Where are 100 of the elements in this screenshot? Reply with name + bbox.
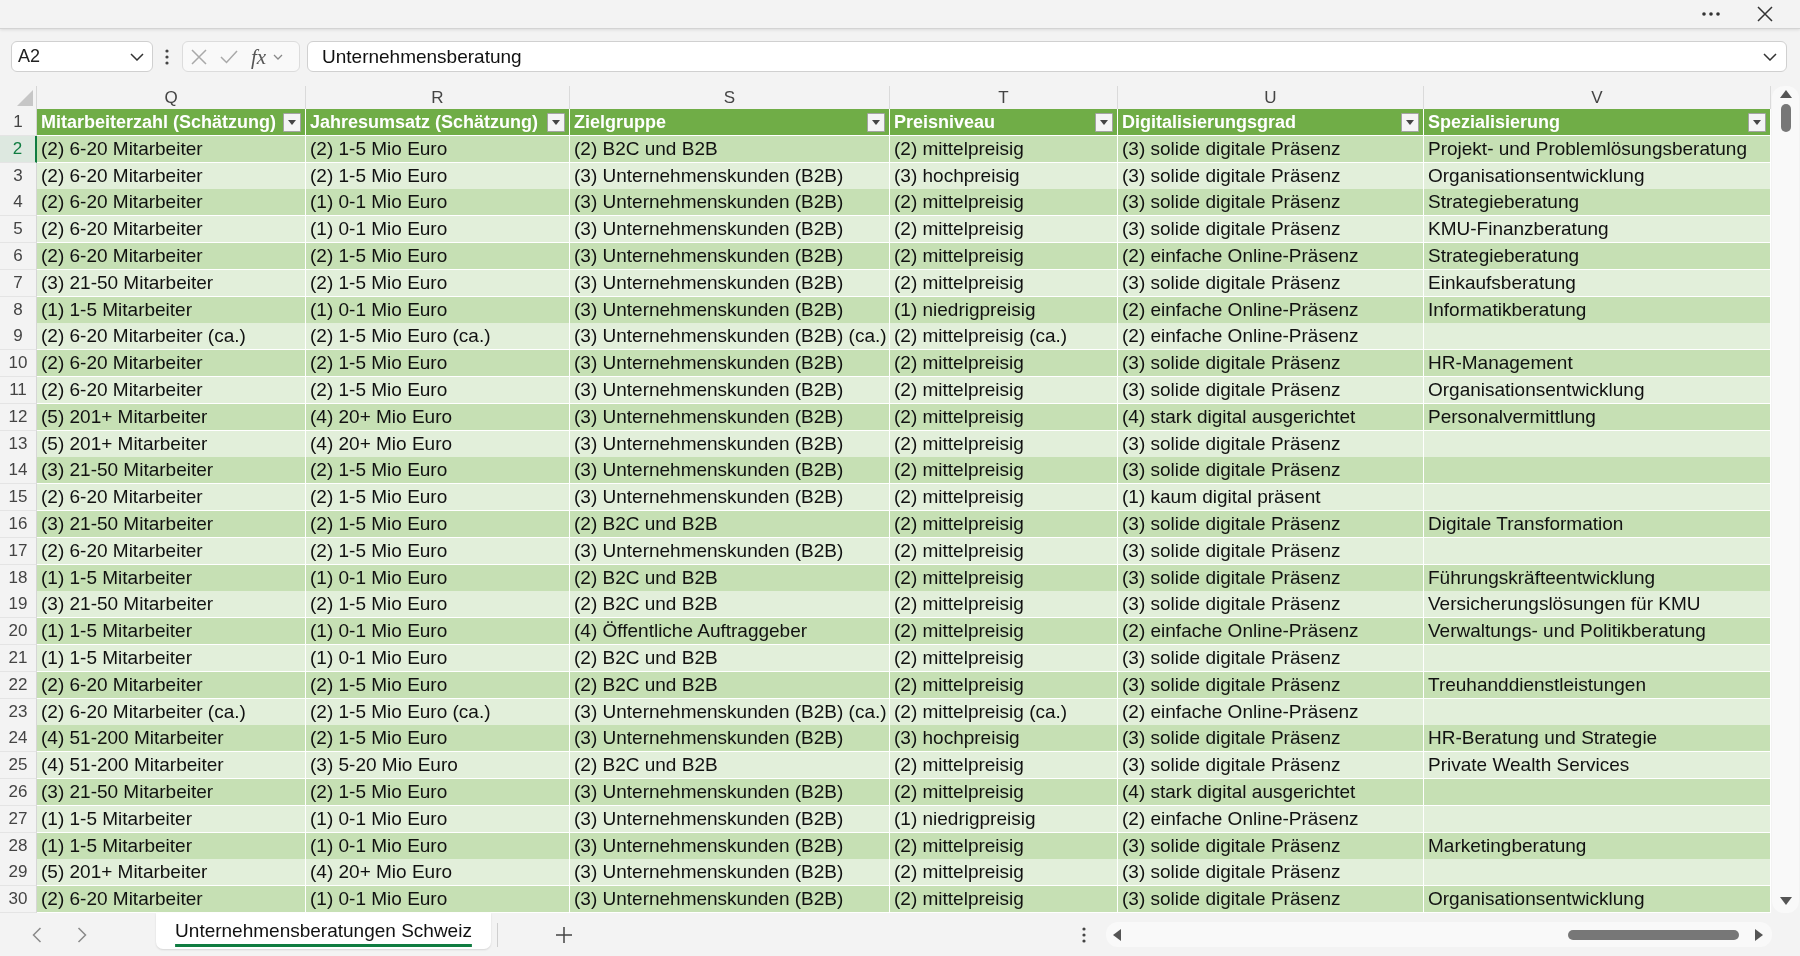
- table-cell: (3) solide digitale Präsenz: [1118, 537, 1424, 565]
- row-header[interactable]: 14: [0, 457, 37, 485]
- scrollbar-thumb[interactable]: [1780, 104, 1791, 132]
- table-cell: (1) 0-1 Mio Euro: [306, 564, 570, 592]
- table-cell: (1) niedrigpreisig: [890, 805, 1118, 833]
- table-cell: (1) 0-1 Mio Euro: [306, 618, 570, 646]
- row-header[interactable]: 10: [0, 350, 37, 378]
- row-header[interactable]: 1: [0, 109, 37, 136]
- table-cell: (2) mittelpreisig: [890, 243, 1118, 270]
- more-icon[interactable]: [1702, 12, 1720, 16]
- filter-button[interactable]: [547, 112, 565, 132]
- row-header[interactable]: 4: [0, 189, 37, 217]
- row-header[interactable]: 17: [0, 537, 37, 565]
- table-cell: (2) 6-20 Mitarbeiter: [37, 537, 306, 565]
- scrollbar-thumb[interactable]: [1568, 929, 1739, 940]
- table-cell: (2) einfache Online-Präsenz: [1118, 805, 1424, 833]
- chevron-right-icon[interactable]: [77, 926, 87, 943]
- table-cell: (2) 6-20 Mitarbeiter: [37, 162, 306, 190]
- table-cell: (2) 1-5 Mio Euro: [306, 457, 570, 485]
- plus-icon[interactable]: [556, 926, 572, 943]
- table-cell: (4) stark digital ausgerichtet: [1118, 403, 1424, 431]
- chevron-left-icon[interactable]: [32, 926, 42, 943]
- name-box[interactable]: A2: [11, 41, 153, 72]
- triangle-left-icon[interactable]: [1113, 928, 1121, 941]
- insert-function-button[interactable]: fx: [251, 44, 267, 69]
- check-icon[interactable]: [220, 49, 238, 64]
- triangle-up-icon[interactable]: [1779, 90, 1792, 98]
- table-cell: (3) Unternehmenskunden (B2B): [570, 216, 890, 244]
- close-icon[interactable]: [1757, 6, 1773, 22]
- more-vertical-icon[interactable]: [165, 48, 169, 65]
- table-cell: (2) 6-20 Mitarbeiter: [37, 243, 306, 270]
- triangle-right-icon[interactable]: [1755, 928, 1763, 941]
- table-cell: (1) 1-5 Mitarbeiter: [37, 564, 306, 592]
- row-header[interactable]: 6: [0, 243, 37, 270]
- formula-field[interactable]: Unternehmensberatung: [307, 41, 1787, 72]
- table-cell: (2) mittelpreisig: [890, 537, 1118, 565]
- sheet-tab[interactable]: Unternehmensberatungen Schweiz: [156, 913, 491, 949]
- row-header[interactable]: 21: [0, 644, 37, 672]
- table-cell: (2) mittelpreisig: [890, 269, 1118, 297]
- triangle-down-icon[interactable]: [1779, 897, 1792, 905]
- filter-button[interactable]: [1748, 112, 1766, 132]
- chevron-down-icon[interactable]: [130, 52, 144, 61]
- filter-button[interactable]: [1401, 112, 1419, 132]
- table-cell: (2) 1-5 Mio Euro: [306, 484, 570, 512]
- chevron-down-icon[interactable]: [1763, 52, 1777, 61]
- row-header[interactable]: 11: [0, 376, 37, 404]
- table-cell: Einkaufsberatung: [1424, 269, 1771, 297]
- table-cell: (1) 1-5 Mitarbeiter: [37, 832, 306, 860]
- table-cell: (2) einfache Online-Präsenz: [1118, 618, 1424, 646]
- row-header[interactable]: 2: [0, 135, 37, 163]
- table-cell: Führungskräfteentwicklung: [1424, 564, 1771, 592]
- table-cell: (2) 1-5 Mio Euro: [306, 269, 570, 297]
- table-cell: (1) 1-5 Mitarbeiter: [37, 805, 306, 833]
- table-cell: (3) solide digitale Präsenz: [1118, 457, 1424, 485]
- row-header[interactable]: 19: [0, 591, 37, 619]
- table-cell: (2) 1-5 Mio Euro (ca.): [306, 323, 570, 351]
- table-cell: (2) 6-20 Mitarbeiter: [37, 886, 306, 914]
- table-cell: (1) kaum digital präsent: [1118, 484, 1424, 512]
- table-cell: (3) solide digitale Präsenz: [1118, 376, 1424, 404]
- table-cell: Verwaltungs- und Politikberatung: [1424, 618, 1771, 646]
- table-cell: (3) solide digitale Präsenz: [1118, 564, 1424, 592]
- row-header[interactable]: 29: [0, 859, 37, 887]
- table-cell: (1) 0-1 Mio Euro: [306, 644, 570, 672]
- filter-button[interactable]: [1095, 112, 1113, 132]
- row-header[interactable]: 30: [0, 886, 37, 914]
- table-cell: (2) 1-5 Mio Euro: [306, 671, 570, 699]
- table-cell: (2) 1-5 Mio Euro: [306, 376, 570, 404]
- table-cell: (3) solide digitale Präsenz: [1118, 430, 1424, 458]
- table-cell: (2) mittelpreisig: [890, 832, 1118, 860]
- more-vertical-icon[interactable]: [1082, 926, 1086, 943]
- table-cell: (4) 20+ Mio Euro: [306, 403, 570, 431]
- row-header[interactable]: 15: [0, 484, 37, 512]
- row-header[interactable]: 9: [0, 323, 37, 351]
- row-header[interactable]: 26: [0, 778, 37, 806]
- table-cell: (3) solide digitale Präsenz: [1118, 591, 1424, 619]
- table-cell: (4) 51-200 Mitarbeiter: [37, 725, 306, 753]
- table-cell: (2) einfache Online-Präsenz: [1118, 323, 1424, 351]
- table-cell: (3) solide digitale Präsenz: [1118, 859, 1424, 887]
- table-cell: (2) einfache Online-Präsenz: [1118, 296, 1424, 324]
- table-cell: (2) mittelpreisig (ca.): [890, 698, 1118, 726]
- table-cell: (2) B2C und B2B: [570, 510, 890, 538]
- table-cell: (2) 1-5 Mio Euro (ca.): [306, 698, 570, 726]
- table-cell: (2) mittelpreisig: [890, 216, 1118, 244]
- row-header[interactable]: 25: [0, 752, 37, 780]
- row-header[interactable]: 7: [0, 269, 37, 297]
- table-cell: (1) 1-5 Mitarbeiter: [37, 644, 306, 672]
- row-header[interactable]: 24: [0, 725, 37, 753]
- row-header[interactable]: 27: [0, 805, 37, 833]
- filter-button[interactable]: [867, 112, 885, 132]
- filter-button[interactable]: [283, 112, 301, 132]
- table-cell: (3) 21-50 Mitarbeiter: [37, 269, 306, 297]
- row-header[interactable]: 5: [0, 216, 37, 244]
- row-header[interactable]: 16: [0, 510, 37, 538]
- table-cell: (3) solide digitale Präsenz: [1118, 832, 1424, 860]
- row-header[interactable]: 20: [0, 618, 37, 646]
- table-cell: (1) 0-1 Mio Euro: [306, 296, 570, 324]
- row-header[interactable]: 12: [0, 403, 37, 431]
- header-text: Digitalisierungsgrad: [1122, 111, 1297, 134]
- table-cell: (3) Unternehmenskunden (B2B): [570, 537, 890, 565]
- row-header[interactable]: 22: [0, 671, 37, 699]
